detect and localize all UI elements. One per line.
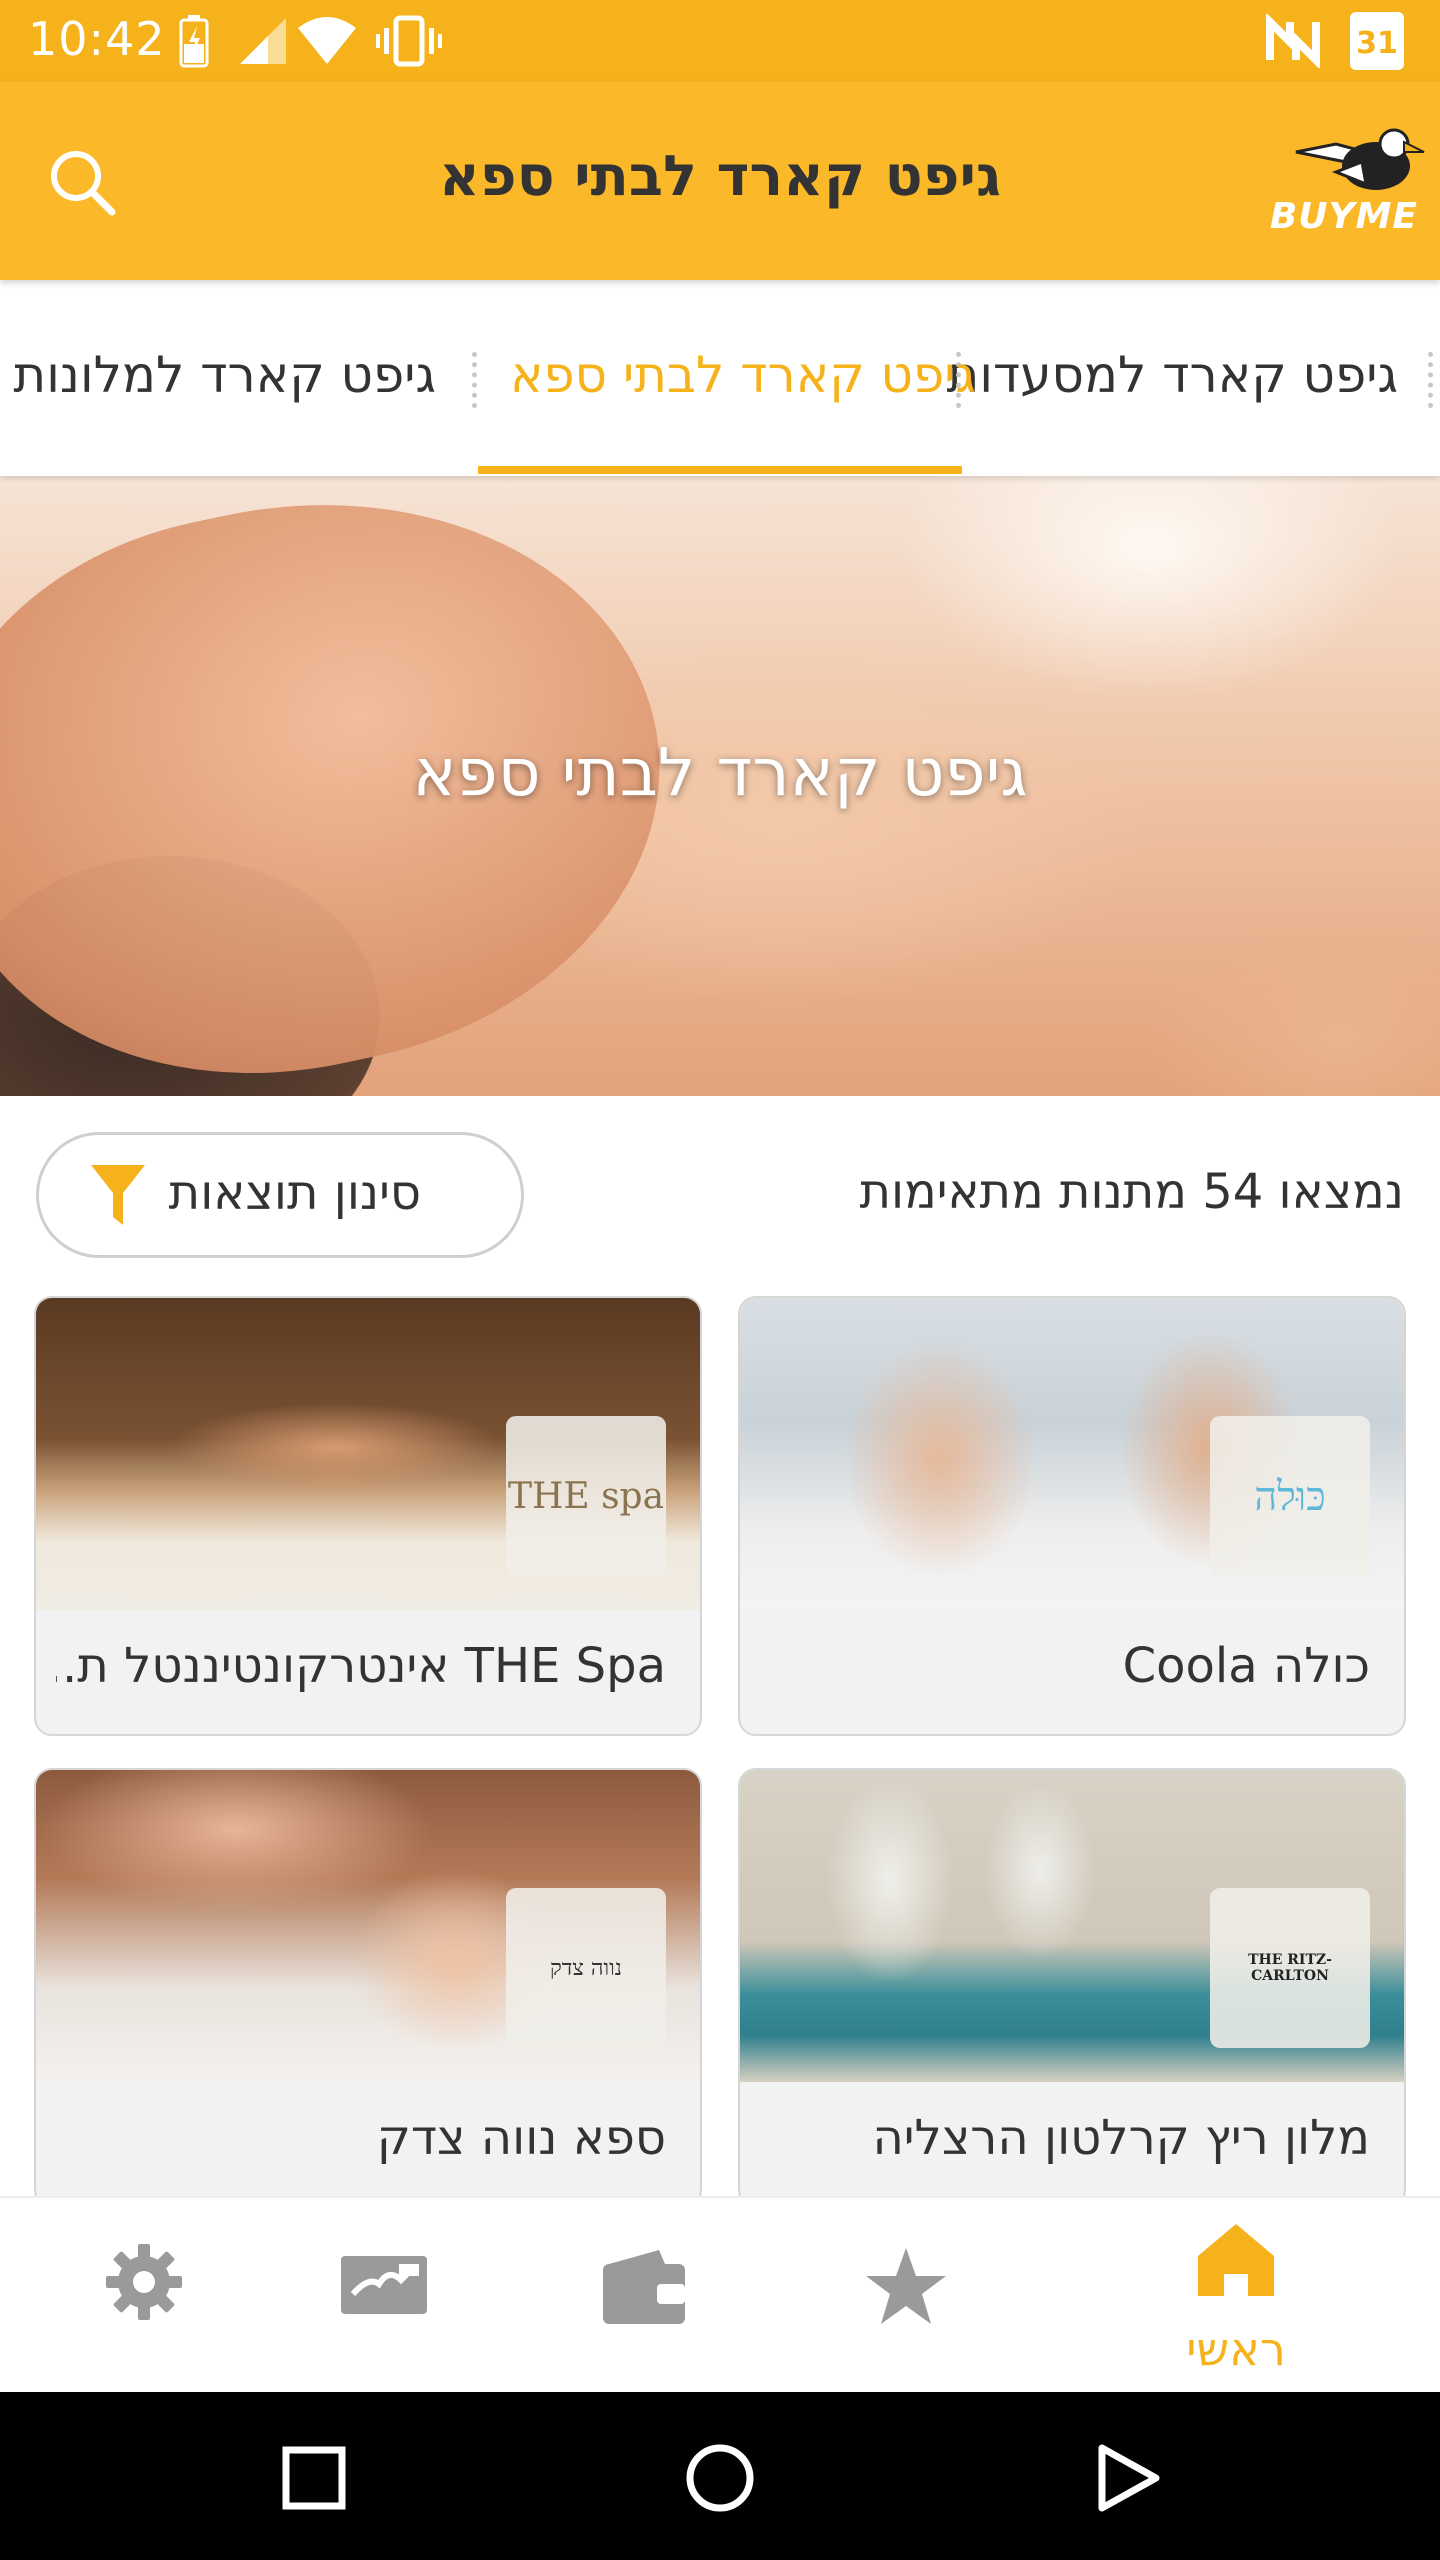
filter-label: סינון תוצאות bbox=[168, 1165, 421, 1221]
brand-logo: כּוּלה bbox=[1210, 1416, 1370, 1576]
brand-logo-text: THE RITZ-CARLTON bbox=[1248, 1952, 1332, 1984]
pelican-icon bbox=[1295, 128, 1425, 190]
tab-restaurants[interactable]: גיפט קארד למסעדות bbox=[946, 346, 1398, 404]
buyme-logo[interactable]: BUYME bbox=[1266, 122, 1426, 242]
tab-separator bbox=[472, 352, 478, 408]
page-title: גיפט קארד לבתי ספא bbox=[439, 144, 1001, 209]
filter-icon bbox=[91, 1165, 145, 1225]
back-icon[interactable] bbox=[1090, 2442, 1162, 2514]
home-circle-icon[interactable] bbox=[684, 2442, 756, 2514]
gear-icon bbox=[106, 2244, 182, 2320]
category-tabs: גיפט קארד למסעדות גיפט קארד לבתי ספא גיפ… bbox=[0, 280, 1440, 476]
product-card[interactable]: THE spa THE Spa אינטרקונטיננטל ת... bbox=[34, 1296, 702, 1736]
brand-logo: נווה צדק bbox=[506, 1888, 666, 2048]
results-count: נמצאו 54 מתנות מתאימות bbox=[859, 1164, 1405, 1220]
product-card[interactable]: נווה צדק ספא נווה צדק bbox=[34, 1768, 702, 2208]
brand-logo: THE spa bbox=[506, 1416, 666, 1576]
brand-logo-text: THE spa bbox=[507, 1475, 665, 1517]
app-bar: גיפט קארד לבתי ספא BUYME bbox=[0, 82, 1440, 280]
brand-logo: THE RITZ-CARLTON bbox=[1210, 1888, 1370, 2048]
card-title: כולה Coola bbox=[1122, 1638, 1370, 1694]
system-navigation bbox=[0, 2392, 1440, 2560]
battery-charging-icon bbox=[179, 15, 209, 68]
tab-spa[interactable]: גיפט קארד לבתי ספא bbox=[510, 346, 976, 404]
card-title: THE Spa אינטרקונטיננטל ת... bbox=[56, 1638, 666, 1694]
buyme-logo-text: BUYME bbox=[1269, 196, 1418, 237]
brand-logo-text: כּוּלה bbox=[1254, 1473, 1326, 1520]
tab-separator bbox=[1428, 352, 1434, 408]
nav-home-label: ראשי bbox=[1186, 2322, 1286, 2376]
status-time: 10:42 bbox=[28, 12, 166, 66]
card-title: ספא נווה צדק bbox=[376, 2110, 666, 2166]
star-icon bbox=[866, 2248, 946, 2324]
brand-logo-text: נווה צדק bbox=[550, 1956, 622, 1981]
status-bar: 10:42 31 bbox=[0, 0, 1440, 82]
nav-home[interactable]: ראשי bbox=[1092, 2198, 1380, 2394]
card-title: מלון ריץ קרלטון הרצליה bbox=[872, 2110, 1370, 2166]
wallet-icon bbox=[603, 2250, 685, 2324]
product-card[interactable]: כּוּלה כולה Coola bbox=[738, 1296, 1406, 1736]
product-card[interactable]: THE RITZ-CARLTON מלון ריץ קרלטון הרצליה bbox=[738, 1768, 1406, 2208]
bottom-navigation: ראשי bbox=[0, 2196, 1440, 2392]
recents-icon[interactable] bbox=[278, 2442, 350, 2514]
active-tab-indicator bbox=[478, 466, 962, 474]
nav-wallet[interactable] bbox=[500, 2198, 788, 2394]
nfc-icon bbox=[1266, 14, 1320, 68]
hero-title: גיפט קארד לבתי ספא bbox=[412, 734, 1028, 811]
vibrate-icon bbox=[376, 15, 442, 67]
gift-card-icon bbox=[341, 2256, 427, 2314]
filter-button[interactable]: סינון תוצאות bbox=[36, 1132, 524, 1258]
nav-favorites[interactable] bbox=[762, 2198, 1050, 2394]
home-icon bbox=[1198, 2224, 1274, 2296]
tab-luxury-hotels[interactable]: גיפט קארד למלונות יוקרה bbox=[0, 346, 436, 404]
cell-signal-icon bbox=[240, 18, 286, 64]
hero-banner: גיפט קארד לבתי ספא bbox=[0, 476, 1440, 1096]
calendar-icon: 31 bbox=[1350, 12, 1404, 70]
calendar-day: 31 bbox=[1356, 26, 1398, 61]
wifi-icon bbox=[298, 17, 356, 64]
nav-gift-card[interactable] bbox=[240, 2198, 528, 2394]
